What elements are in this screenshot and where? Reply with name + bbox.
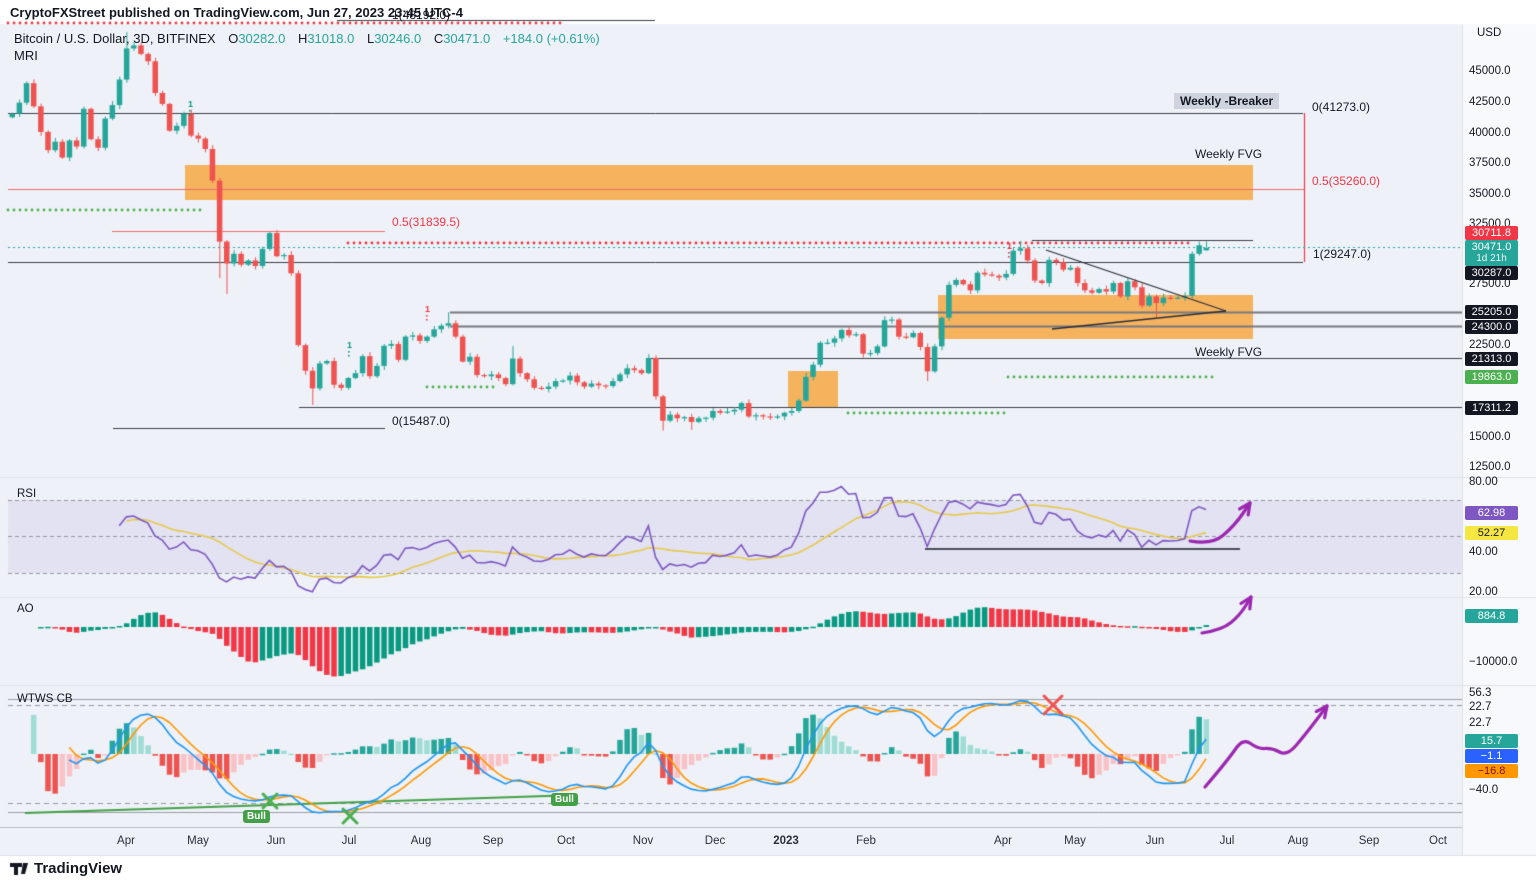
weekly-breaker-label: Weekly -Breaker <box>1174 93 1279 109</box>
weekly-fvg-lower-label: Weekly FVG <box>1195 345 1262 359</box>
time-axis-label: Sep <box>483 835 503 847</box>
time-axis-label: Dec <box>705 835 725 847</box>
time-axis-label: Apr <box>994 835 1012 847</box>
price-tick: 12500.0 <box>1469 461 1511 473</box>
time-axis-label: Apr <box>117 835 135 847</box>
ohlc-open-key: O <box>228 31 238 46</box>
ao-badge: 884.8 <box>1465 609 1518 623</box>
price-axis-currency: USD <box>1477 27 1501 39</box>
time-axis-label: Jul <box>1220 835 1235 847</box>
price-badge: 24300.0 <box>1465 320 1518 334</box>
time-axis-label: Aug <box>1288 835 1308 847</box>
change-value: +184.0 (+0.61%) <box>503 31 600 46</box>
time-axis-label: Sep <box>1359 835 1379 847</box>
wt-tick: 22.7 <box>1469 701 1491 713</box>
rsi-tick: 20.00 <box>1469 586 1498 598</box>
rsi-badge: 62.98 <box>1465 506 1518 520</box>
rsi-tick: 80.00 <box>1469 476 1498 488</box>
ao-panel-title[interactable]: AO <box>17 603 34 615</box>
fib-05-31839-label: 0.5(31839.5) <box>392 215 460 229</box>
ao-tick: −10000.0 <box>1469 656 1517 668</box>
price-badge: 21313.0 <box>1465 352 1518 366</box>
symbol-title: Bitcoin / U.S. Dollar, 3D, BITFINEX <box>14 31 216 46</box>
ohlc-low-value: 30246.0 <box>374 31 421 46</box>
time-axis-label: 2023 <box>773 835 799 847</box>
time-axis-label: Jul <box>342 835 357 847</box>
price-badge: 25205.0 <box>1465 305 1518 319</box>
weekly-fvg-upper-label: Weekly FVG <box>1195 147 1262 161</box>
wtws-panel-title[interactable]: WTWS CB <box>17 693 73 705</box>
fib-05-35260-label: 0.5(35260.0) <box>1312 174 1380 188</box>
time-axis-label: Jun <box>267 835 286 847</box>
price-tick: 22500.0 <box>1469 339 1511 351</box>
time-axis-label: Aug <box>411 835 431 847</box>
fib-1-29247-label: 1(29247.0) <box>1313 247 1371 261</box>
price-tick: 15000.0 <box>1469 431 1511 443</box>
wt-badge: 15.7 <box>1465 734 1518 748</box>
wt-badge: −16.8 <box>1465 764 1518 778</box>
price-badge: 30711.8 <box>1465 226 1518 240</box>
countdown-timer: 1d 21h <box>1465 253 1518 265</box>
ohlc-high-value: 31018.0 <box>307 31 354 46</box>
price-tick: 40000.0 <box>1469 127 1511 139</box>
rsi-panel-title[interactable]: RSI <box>17 488 36 500</box>
price-tick: 42500.0 <box>1469 96 1511 108</box>
ohlc-close-value: 30471.0 <box>443 31 490 46</box>
fib-1-top-label: 1(48192.0) <box>392 8 450 22</box>
wt-tick: −40.0 <box>1469 784 1498 796</box>
tradingview-chart-screenshot: { "header": {"published": "CryptoFXStree… <box>0 0 1536 884</box>
time-axis-label: Feb <box>856 835 876 847</box>
time-axis-label: May <box>187 835 209 847</box>
time-axis-label: Jun <box>1146 835 1165 847</box>
price-tick: 45000.0 <box>1469 65 1511 77</box>
price-badge: 19863.0 <box>1465 370 1518 384</box>
time-axis-label: Nov <box>633 835 653 847</box>
price-badge: 30287.0 <box>1465 266 1518 280</box>
time-axis-label: Oct <box>1429 835 1447 847</box>
wt-badge: −1.1 <box>1465 749 1518 763</box>
indicator-legend-mri[interactable]: MRI <box>14 48 38 63</box>
time-axis-label: Oct <box>557 835 575 847</box>
bull-badge: Bull <box>551 793 578 806</box>
wt-tick: 22.7 <box>1469 717 1491 729</box>
fib-0-15487-label: 0(15487.0) <box>392 414 450 428</box>
ohlc-open-value: 30282.0 <box>238 31 285 46</box>
price-badge: 17311.2 <box>1465 401 1518 415</box>
time-axis-label: May <box>1064 835 1086 847</box>
symbol-legend[interactable]: Bitcoin / U.S. Dollar, 3D, BITFINEX O302… <box>14 31 600 46</box>
bull-badge: Bull <box>243 810 270 823</box>
rsi-tick: 40.00 <box>1469 546 1498 558</box>
price-tick: 35000.0 <box>1469 188 1511 200</box>
chart-canvas[interactable] <box>0 0 1536 884</box>
price-tick: 37500.0 <box>1469 157 1511 169</box>
price-badge: 30471.01d 21h <box>1465 240 1518 266</box>
ohlc-high-key: H <box>298 31 307 46</box>
wt-tick: 56.3 <box>1469 687 1491 699</box>
rsi-badge: 52.27 <box>1465 526 1518 540</box>
tradingview-brand[interactable]: TradingView <box>34 860 122 877</box>
fib-0-41273-label: 0(41273.0) <box>1312 100 1370 114</box>
ohlc-close-key: C <box>434 31 443 46</box>
